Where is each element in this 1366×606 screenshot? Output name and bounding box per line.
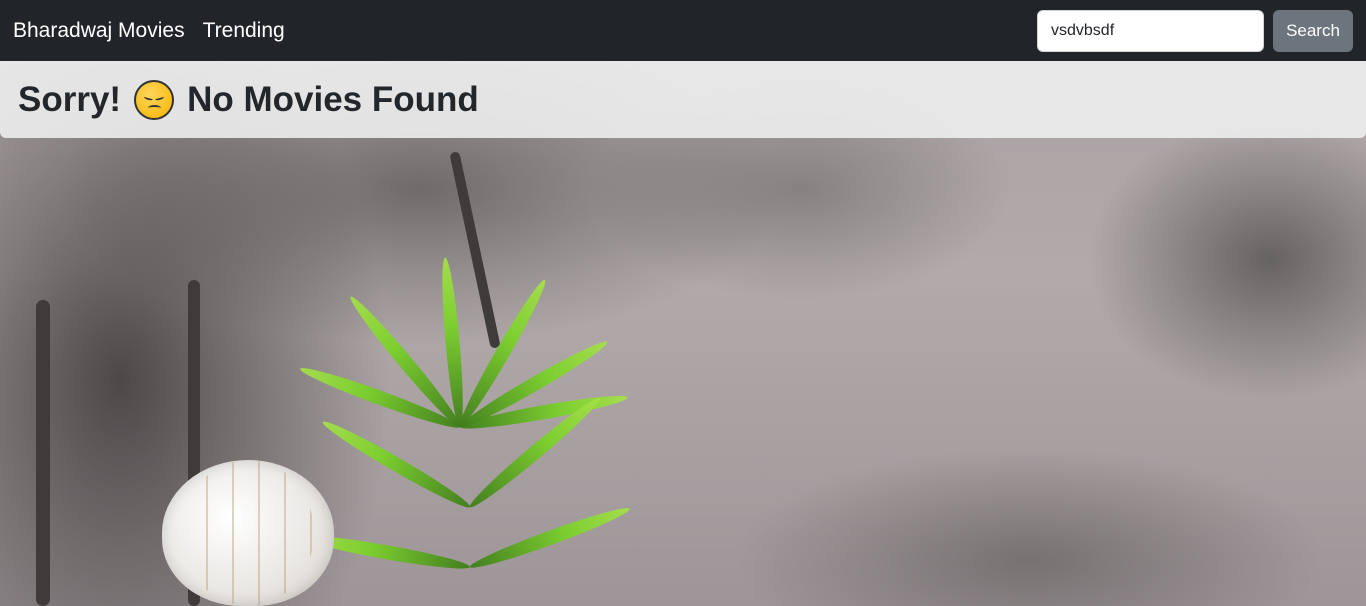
plant-leaf	[319, 415, 474, 514]
no-movies-text: No Movies Found	[187, 79, 479, 119]
nav-link-trending[interactable]: Trending	[203, 19, 285, 43]
search-button[interactable]: Search	[1273, 9, 1353, 52]
sorry-text: Sorry!	[18, 79, 122, 119]
plant-leaf	[467, 502, 633, 574]
paper-lantern	[162, 460, 334, 606]
no-results-heading: Sorry! No Movies Found	[18, 79, 479, 120]
tree-trunk	[36, 300, 50, 606]
no-results-banner: Sorry! No Movies Found	[0, 61, 1366, 138]
navbar: Bharadwaj Movies Trending Search	[0, 0, 1366, 61]
search-form: Search	[1037, 9, 1353, 52]
search-input[interactable]	[1037, 9, 1264, 52]
brand-link[interactable]: Bharadwaj Movies	[13, 19, 185, 43]
sad-face-icon	[134, 79, 175, 120]
